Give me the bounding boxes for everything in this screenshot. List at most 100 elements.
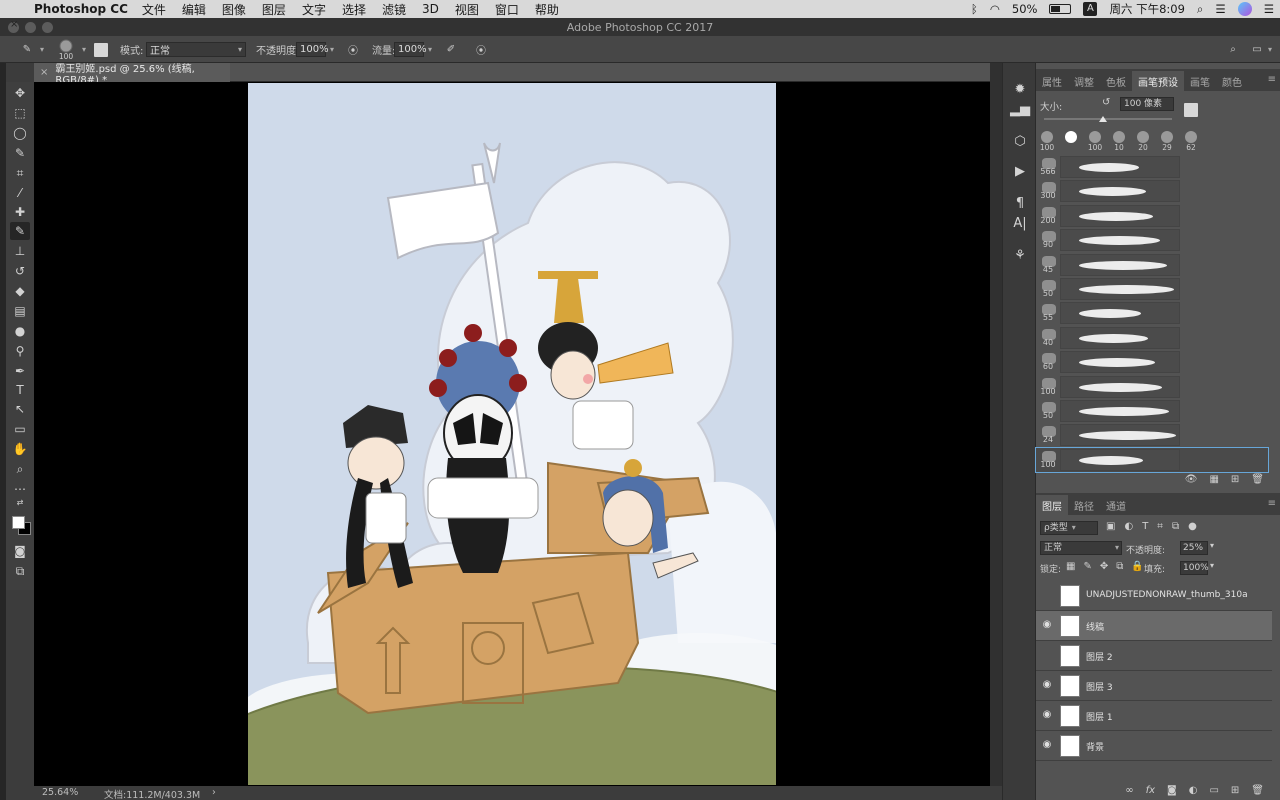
app-menu[interactable]: Photoshop CC	[34, 2, 128, 16]
layer-name[interactable]: 图层 1	[1086, 710, 1113, 723]
layer-name[interactable]: 背景	[1086, 740, 1104, 753]
menu-help[interactable]: 帮助	[535, 1, 559, 18]
fill-dropdown[interactable]: ▾	[1210, 561, 1214, 570]
adjustments-sun-icon[interactable]: ✹	[1010, 79, 1030, 99]
canvas-vertical-scrollbar[interactable]	[990, 63, 1002, 786]
create-brush-preset-icon[interactable]	[1184, 103, 1198, 117]
menu-3d[interactable]: 3D	[422, 2, 439, 16]
filter-pixel-icon[interactable]: ▣	[1106, 521, 1115, 532]
open-brush-panel-icon[interactable]: ▦	[1209, 474, 1218, 485]
document-tab[interactable]: × 霸王别姬.psd @ 25.6% (线稿, RGB/8#) *	[34, 63, 230, 86]
siri-icon[interactable]	[1237, 2, 1252, 16]
layer-name[interactable]: 线稿	[1086, 620, 1104, 633]
new-group-icon[interactable]: ▭	[1209, 785, 1218, 796]
layer-row[interactable]: ◉ 背景	[1036, 731, 1272, 761]
tab-channels[interactable]: 通道	[1100, 495, 1132, 515]
eraser-tool-icon[interactable]: ◆	[10, 282, 30, 300]
clone-stamp-tool-icon[interactable]: ⊥	[10, 242, 30, 260]
brush-preset-item[interactable]: 50	[1036, 277, 1268, 301]
path-selection-tool-icon[interactable]: ↖	[10, 400, 30, 418]
brush-preset-list[interactable]: 566 300 200 90 45 50 55 40 60 100 50 24 100	[1035, 155, 1272, 475]
eye-icon[interactable]: ◉	[1040, 679, 1054, 693]
artwork-canvas[interactable]	[248, 83, 776, 785]
recent-brush-tip[interactable]	[1060, 129, 1082, 155]
brush-preset-item[interactable]: 90	[1036, 228, 1268, 252]
wifi-icon[interactable]: ◠	[990, 2, 1000, 16]
filter-type-icon[interactable]: T	[1142, 521, 1148, 532]
opacity-input[interactable]: 100%	[296, 42, 329, 57]
layer-row[interactable]: ◉ 线稿	[1036, 611, 1272, 641]
toggle-brush-preview-icon[interactable]: 👁	[1185, 474, 1198, 485]
clock[interactable]: 周六 下午8:09	[1109, 1, 1184, 17]
layer-name[interactable]: 图层 3	[1086, 680, 1113, 693]
zoom-level[interactable]: 25.64%	[42, 787, 78, 798]
history-brush-tool-icon[interactable]: ↺	[10, 262, 30, 280]
menu-type[interactable]: 文字	[302, 1, 326, 18]
gradient-tool-icon[interactable]: ▤	[10, 302, 30, 320]
new-layer-icon[interactable]: ⊞	[1231, 785, 1239, 796]
menu-layer[interactable]: 图层	[262, 1, 286, 18]
recent-brush-tip[interactable]: 20	[1132, 129, 1154, 155]
pressure-size-button[interactable]: ⦿	[472, 36, 490, 63]
list-icon[interactable]: ☰	[1215, 2, 1225, 16]
layer-row[interactable]: ◉ 图层 1	[1036, 701, 1272, 731]
layer-opacity-dropdown[interactable]: ▾	[1210, 541, 1214, 550]
recent-brush-tip[interactable]: 100	[1084, 129, 1106, 155]
close-document-icon[interactable]: ×	[40, 67, 48, 78]
color-swatches[interactable]	[10, 512, 32, 536]
spotlight-search-icon[interactable]: ⌕	[1197, 2, 1203, 17]
link-layers-icon[interactable]: ∞	[1125, 785, 1133, 796]
brush-size-slider[interactable]	[1044, 116, 1172, 122]
brush-preset-item[interactable]: 55	[1036, 301, 1268, 325]
brush-preset-item[interactable]: 45	[1036, 253, 1268, 277]
menu-view[interactable]: 视图	[455, 1, 479, 18]
histogram-icon[interactable]: ▂▅	[1010, 99, 1030, 119]
filter-shape-icon[interactable]: ⌗	[1157, 521, 1163, 532]
opacity-dropdown[interactable]: ▾	[330, 45, 334, 54]
panel-menu-icon[interactable]: ≡	[1268, 498, 1276, 509]
tab-layers[interactable]: 图层	[1036, 495, 1068, 515]
search-button[interactable]: ⌕	[1224, 36, 1242, 63]
brush-settings-icon[interactable]: ⚘	[1010, 245, 1030, 265]
filter-adjustment-icon[interactable]: ◐	[1124, 521, 1133, 532]
lock-artboard-icon[interactable]: ⧉	[1116, 561, 1123, 572]
eye-icon[interactable]: ◉	[1040, 709, 1054, 723]
screen-mode-icon[interactable]: ⧉	[10, 562, 30, 580]
tab-properties[interactable]: 属性	[1036, 71, 1068, 91]
filter-toggle-icon[interactable]: ●	[1188, 521, 1197, 532]
menu-window[interactable]: 窗口	[495, 1, 519, 18]
new-brush-icon[interactable]: ⊞	[1231, 474, 1239, 485]
3d-cube-icon[interactable]: ⬡	[1010, 131, 1030, 151]
layer-filter-select[interactable]: ρ类型 ▾	[1040, 521, 1098, 535]
recent-brush-tip[interactable]: 10	[1108, 129, 1130, 155]
brush-preset-item[interactable]: 24	[1036, 423, 1268, 447]
character-icon[interactable]: A|	[1010, 213, 1030, 233]
brush-preset-item[interactable]: 40	[1036, 326, 1268, 350]
input-source-icon[interactable]: A	[1083, 2, 1098, 16]
menu-select[interactable]: 选择	[342, 1, 366, 18]
notification-center-icon[interactable]: ☰	[1264, 2, 1274, 16]
brush-tool-preset-picker[interactable]: ✎ ▾	[18, 36, 44, 63]
pen-tool-icon[interactable]: ✒	[10, 362, 30, 380]
add-mask-icon[interactable]: ◙	[1167, 785, 1177, 796]
eye-hidden-icon[interactable]	[1040, 589, 1054, 603]
swap-colors-icon[interactable]: ⇄	[10, 496, 30, 508]
lock-image-pixels-icon[interactable]: ✎	[1083, 561, 1091, 572]
rectangle-tool-icon[interactable]: ▭	[10, 420, 30, 438]
brush-preset-item[interactable]: 200	[1036, 204, 1268, 228]
panel-menu-icon[interactable]: ≡	[1268, 74, 1276, 85]
tab-paths[interactable]: 路径	[1068, 495, 1100, 515]
fill-input[interactable]: 100%	[1180, 561, 1209, 575]
brush-preset-item[interactable]: 566	[1036, 155, 1268, 179]
flow-input[interactable]: 100%	[394, 42, 427, 57]
layer-row[interactable]: 图层 2	[1036, 641, 1272, 671]
layer-style-fx-icon[interactable]: fx	[1146, 785, 1155, 796]
eye-hidden-icon[interactable]	[1040, 649, 1054, 663]
recent-brush-tip[interactable]: 62	[1180, 129, 1202, 155]
brush-tool-icon[interactable]: ✎	[10, 222, 30, 240]
layer-name[interactable]: UNADJUSTEDNONRAW_thumb_310a	[1086, 590, 1248, 600]
new-adjustment-layer-icon[interactable]: ◐	[1189, 785, 1198, 796]
airbrush-button[interactable]: ✐	[442, 36, 460, 63]
layer-row[interactable]: UNADJUSTEDNONRAW_thumb_310a	[1036, 581, 1272, 611]
recent-brush-tip[interactable]: 100	[1036, 129, 1058, 155]
